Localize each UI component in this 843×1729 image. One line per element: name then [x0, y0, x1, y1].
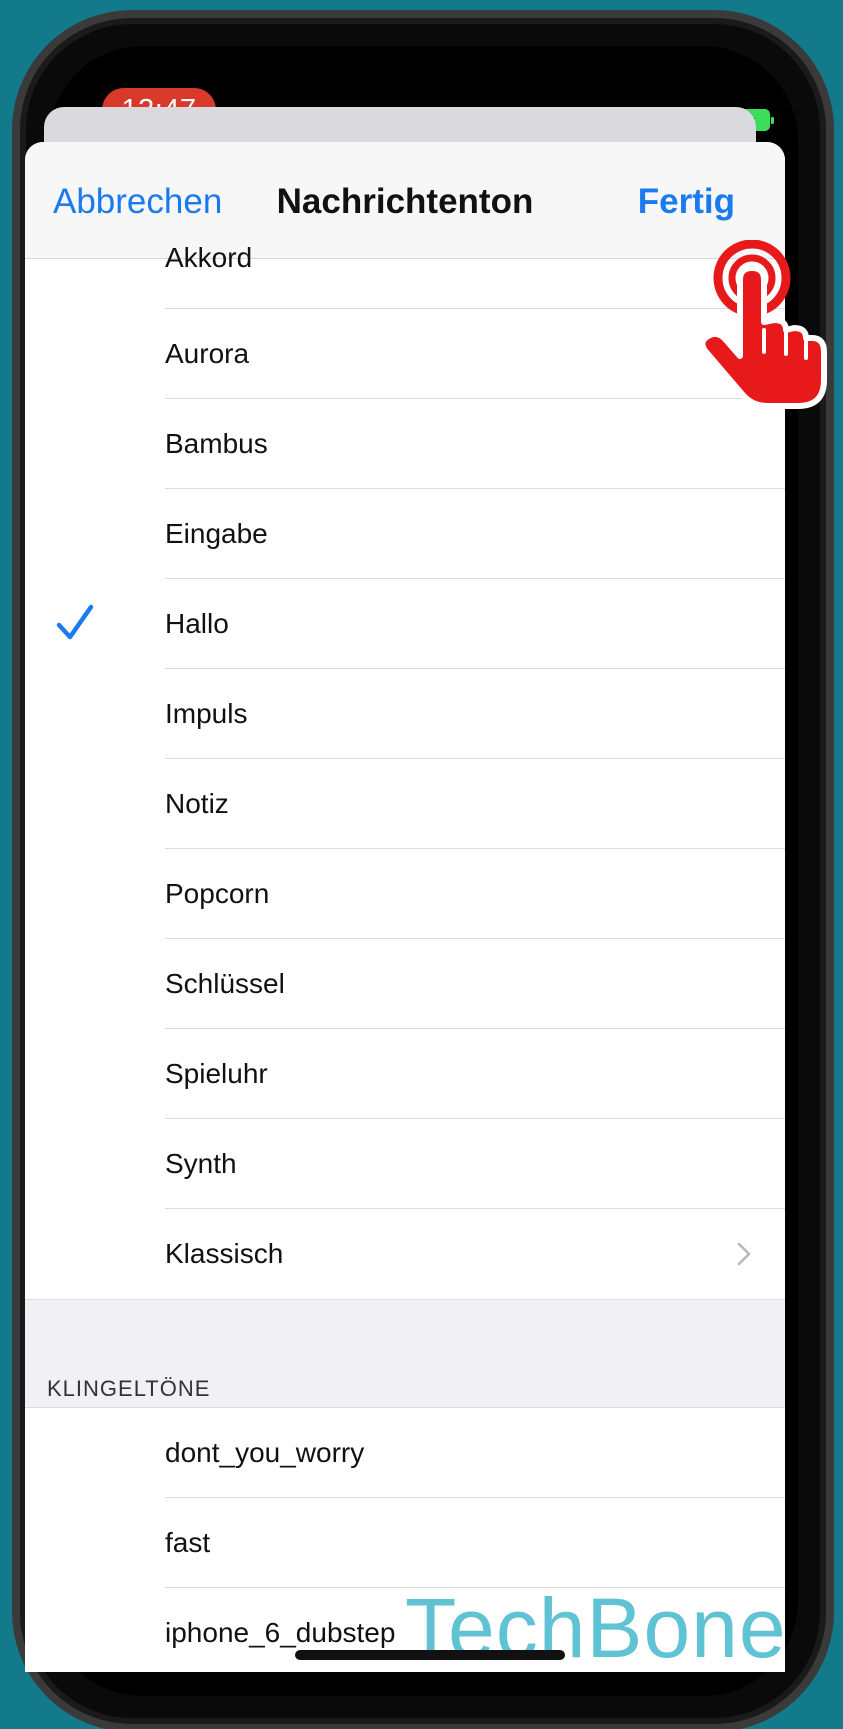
done-button[interactable]: Fertig [638, 182, 735, 222]
list-item[interactable]: Bambus [25, 399, 785, 489]
section-gap [25, 1299, 785, 1378]
list-item[interactable]: Notiz [25, 759, 785, 849]
tone-picker-sheet: Abbrechen Nachrichtenton Fertig Akkord A… [25, 142, 785, 1672]
list-item-selected[interactable]: Hallo [25, 579, 785, 669]
list-item[interactable]: Spieluhr [25, 1029, 785, 1119]
section-header-ringtones: KLINGELTÖNE [25, 1378, 785, 1408]
chevron-right-icon [737, 1242, 751, 1266]
home-indicator[interactable] [295, 1650, 565, 1660]
navigation-bar: Abbrechen Nachrichtenton Fertig [25, 142, 785, 259]
list-item[interactable]: dont_you_worry [25, 1408, 785, 1498]
list-item[interactable]: Aurora [25, 309, 785, 399]
list-item[interactable]: Impuls [25, 669, 785, 759]
list-item[interactable]: Popcorn [25, 849, 785, 939]
checkmark-icon [56, 604, 94, 640]
alert-tone-list: Akkord Aurora Bambus Eingabe Hallo Impul… [25, 242, 785, 1672]
list-item[interactable]: Eingabe [25, 489, 785, 579]
list-item[interactable]: Schlüssel [25, 939, 785, 1029]
list-item[interactable]: fast [25, 1498, 785, 1588]
list-item[interactable]: Akkord [25, 242, 785, 309]
list-item-classic[interactable]: Klassisch [25, 1209, 785, 1299]
list-item[interactable]: Synth [25, 1119, 785, 1209]
background-sheet [44, 107, 756, 147]
tap-hand-icon [699, 240, 827, 409]
